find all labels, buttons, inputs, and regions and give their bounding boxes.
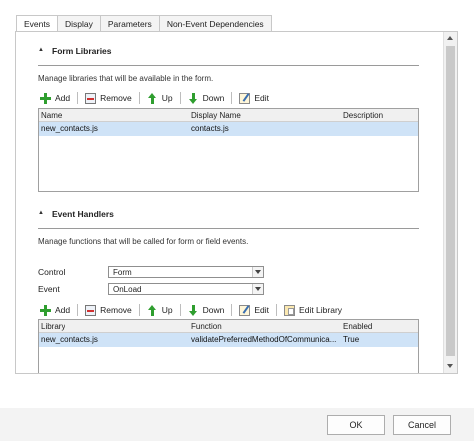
event-handlers-description: Manage functions that will be called for… <box>38 237 249 246</box>
remove-icon <box>85 304 97 316</box>
cancel-button[interactable]: Cancel <box>393 415 451 435</box>
add-label: Add <box>55 93 71 103</box>
event-handlers-title: Event Handlers <box>52 209 114 219</box>
toolbar-separator <box>231 92 233 104</box>
arrow-up-icon <box>147 92 158 104</box>
add-library-button[interactable]: Add <box>40 91 75 105</box>
edit-library-handler-button[interactable]: Edit Library <box>284 303 347 317</box>
remove-handler-button[interactable]: Remove <box>85 303 137 317</box>
chevron-down-icon[interactable] <box>252 284 263 294</box>
edit-library-button[interactable]: Edit <box>239 91 274 105</box>
grid-header: Library Function Enabled <box>39 320 418 333</box>
form-libraries-grid: Name Display Name Description new_contac… <box>38 108 419 192</box>
cell-library-name: new_contacts.js <box>41 124 98 133</box>
chevron-down-icon[interactable] <box>252 267 263 277</box>
cell-function: validatePreferredMethodOfCommunica... <box>191 335 337 344</box>
collapse-triangle-icon[interactable]: ▲ <box>38 210 44 216</box>
toolbar-separator <box>276 304 278 316</box>
column-header-enabled[interactable]: Enabled <box>343 322 372 331</box>
scroll-up-icon[interactable] <box>444 32 457 45</box>
event-label: Event <box>38 284 60 294</box>
toolbar-separator <box>179 92 181 104</box>
column-header-display-name[interactable]: Display Name <box>191 111 241 120</box>
collapse-triangle-icon[interactable]: ▲ <box>38 47 44 53</box>
tab-parameters[interactable]: Parameters <box>99 15 160 32</box>
toolbar-separator <box>231 304 233 316</box>
table-row[interactable]: new_contacts.js validatePreferredMethodO… <box>39 333 418 347</box>
section-divider <box>38 65 419 66</box>
cell-display-name: contacts.js <box>191 124 229 133</box>
form-libraries-toolbar: Add Remove Up Down Edit <box>40 91 274 105</box>
scroll-down-icon[interactable] <box>444 360 457 373</box>
move-library-up-button[interactable]: Up <box>147 91 178 105</box>
remove-label: Remove <box>100 93 132 103</box>
edit-label: Edit <box>254 305 270 315</box>
down-label: Down <box>202 93 225 103</box>
grid-header: Name Display Name Description <box>39 109 418 122</box>
control-value: Form <box>113 268 132 277</box>
tab-display[interactable]: Display <box>57 15 101 32</box>
edit-library-label: Edit Library <box>299 305 343 315</box>
arrow-down-icon <box>188 92 199 104</box>
add-icon <box>40 92 51 104</box>
form-libraries-description: Manage libraries that will be available … <box>38 74 214 83</box>
events-panel: ▲ Form Libraries Manage libraries that w… <box>15 31 458 374</box>
remove-library-button[interactable]: Remove <box>85 91 137 105</box>
up-label: Up <box>161 93 173 103</box>
move-library-down-button[interactable]: Down <box>188 91 230 105</box>
arrow-up-icon <box>147 304 158 316</box>
edit-library-icon <box>284 304 296 316</box>
event-value: OnLoad <box>113 285 142 294</box>
move-handler-up-button[interactable]: Up <box>147 303 178 317</box>
add-icon <box>40 304 51 316</box>
arrow-down-icon <box>188 304 199 316</box>
tab-strip: Events Display Parameters Non-Event Depe… <box>16 15 272 33</box>
edit-icon <box>239 92 251 104</box>
dialog-footer: OK Cancel <box>0 408 474 441</box>
control-select[interactable]: Form <box>108 266 264 278</box>
toolbar-separator <box>138 92 140 104</box>
column-header-description[interactable]: Description <box>343 111 383 120</box>
add-label: Add <box>55 305 71 315</box>
edit-label: Edit <box>254 93 270 103</box>
down-label: Down <box>202 305 225 315</box>
toolbar-separator <box>77 92 79 104</box>
event-handlers-header[interactable]: ▲ Event Handlers <box>38 209 419 222</box>
remove-label: Remove <box>100 305 132 315</box>
column-header-name[interactable]: Name <box>41 111 62 120</box>
add-handler-button[interactable]: Add <box>40 303 75 317</box>
move-handler-down-button[interactable]: Down <box>188 303 230 317</box>
ok-button[interactable]: OK <box>327 415 385 435</box>
event-handlers-toolbar: Add Remove Up Down Edit Edit Library <box>40 303 347 317</box>
event-select[interactable]: OnLoad <box>108 283 264 295</box>
column-header-library[interactable]: Library <box>41 322 65 331</box>
table-row[interactable]: new_contacts.js contacts.js <box>39 122 418 136</box>
toolbar-separator <box>138 304 140 316</box>
column-header-function[interactable]: Function <box>191 322 222 331</box>
form-libraries-header[interactable]: ▲ Form Libraries <box>38 46 419 59</box>
toolbar-separator <box>179 304 181 316</box>
event-handlers-grid: Library Function Enabled new_contacts.js… <box>38 319 419 373</box>
cell-enabled: True <box>343 335 360 344</box>
control-label: Control <box>38 267 66 277</box>
remove-icon <box>85 92 97 104</box>
form-libraries-title: Form Libraries <box>52 46 112 56</box>
edit-handler-button[interactable]: Edit <box>239 303 274 317</box>
up-label: Up <box>161 305 173 315</box>
section-divider <box>38 228 419 229</box>
tab-non-event-dependencies[interactable]: Non-Event Dependencies <box>158 15 272 32</box>
edit-icon <box>239 304 251 316</box>
cell-library: new_contacts.js <box>41 335 98 344</box>
vertical-scrollbar[interactable] <box>443 32 457 373</box>
scrollbar-thumb[interactable] <box>446 46 455 356</box>
toolbar-separator <box>77 304 79 316</box>
